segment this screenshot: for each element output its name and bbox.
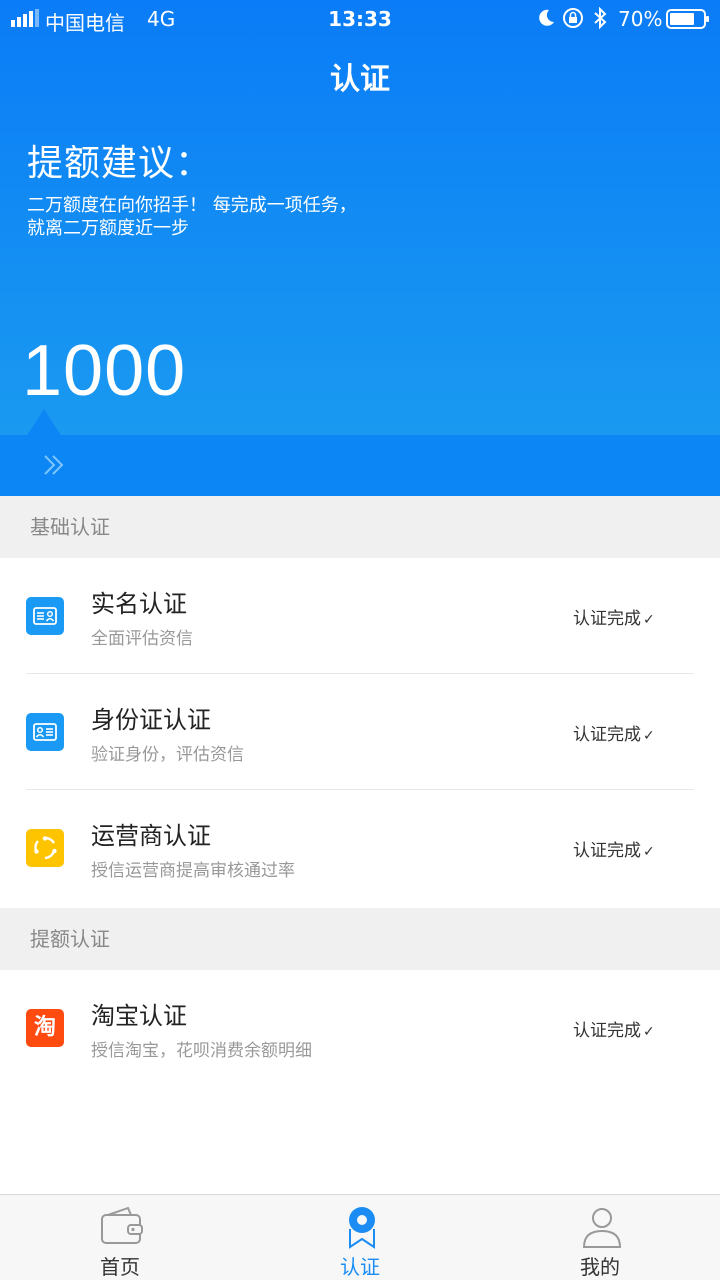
status-bar: 中国电信 4G 13:33 70% — [0, 0, 720, 38]
double-chevron-right-icon — [44, 455, 64, 475]
list-item-taobao-auth[interactable]: 淘 淘宝认证 授信淘宝，花呗消费余额明细 认证完成 ✓ — [0, 970, 720, 1086]
list-item-carrier-auth[interactable]: 运营商认证 授信运营商提高审核通过率 认证完成 ✓ — [0, 790, 720, 906]
item-subtitle: 授信运营商提高审核通过率 — [91, 861, 295, 881]
item-subtitle: 验证身份，评估资信 — [91, 745, 244, 765]
battery-icon — [666, 9, 709, 29]
item-status: 认证完成 ✓ — [573, 604, 655, 629]
progress-pointer-icon — [26, 409, 62, 437]
item-status: 认证完成 ✓ — [573, 836, 655, 861]
status-text: 认证完成 — [573, 1021, 641, 1041]
item-status: 认证完成 ✓ — [573, 1016, 655, 1041]
tab-bar: 首页 认证 我的 — [0, 1194, 720, 1280]
credit-amount: 1000 — [22, 331, 187, 411]
item-subtitle: 全面评估资信 — [91, 629, 193, 649]
check-icon: ✓ — [643, 1024, 655, 1040]
credit-progress-bar — [0, 435, 720, 496]
status-text: 认证完成 — [573, 609, 641, 629]
section-header-basic: 基础认证 — [0, 496, 720, 558]
taobao-icon: 淘 — [26, 1009, 64, 1047]
list-item-realname-auth[interactable]: 实名认证 全面评估资信 认证完成 ✓ — [0, 558, 720, 674]
id-card-icon — [26, 597, 64, 635]
item-title: 实名认证 — [91, 590, 187, 618]
clock: 13:33 — [328, 7, 392, 31]
hero-header: 中国电信 4G 13:33 70% 认证 提额建议： 二万额度在向你招手！ 每完… — [0, 0, 720, 496]
wallet-icon — [101, 1206, 143, 1244]
bluetooth-icon — [594, 6, 607, 30]
item-subtitle: 授信淘宝，花呗消费余额明细 — [91, 1041, 312, 1061]
check-icon: ✓ — [643, 728, 655, 744]
rotation-lock-icon — [563, 8, 583, 28]
item-title: 淘宝认证 — [91, 1002, 187, 1030]
section-header-credit-boost: 提额认证 — [0, 908, 720, 970]
item-title: 运营商认证 — [91, 822, 211, 850]
carrier-icon — [26, 829, 64, 867]
page-title: 认证 — [330, 62, 390, 97]
advice-text: 二万额度在向你招手！ 每完成一项任务， 就离二万额度近一步 — [27, 194, 447, 240]
status-text: 认证完成 — [573, 725, 641, 745]
identity-card-icon — [26, 713, 64, 751]
check-icon: ✓ — [643, 844, 655, 860]
tab-home[interactable]: 首页 — [0, 1195, 240, 1280]
advice-title: 提额建议： — [27, 143, 213, 184]
advice-line-1: 二万额度在向你招手！ 每完成一项任务， — [27, 195, 357, 216]
location-badge-icon — [349, 1207, 375, 1249]
item-title: 身份证认证 — [91, 706, 211, 734]
status-text: 认证完成 — [573, 841, 641, 861]
battery-percent: 70% — [618, 7, 663, 31]
tab-mine[interactable]: 我的 — [480, 1195, 720, 1280]
moon-icon — [539, 9, 554, 26]
person-icon — [582, 1208, 622, 1248]
tab-certification[interactable]: 认证 — [240, 1195, 480, 1280]
tab-label: 认证 — [340, 1255, 380, 1279]
advice-line-2: 就离二万额度近一步 — [27, 218, 189, 239]
item-status: 认证完成 ✓ — [573, 720, 655, 745]
check-icon: ✓ — [643, 612, 655, 628]
list-item-idcard-auth[interactable]: 身份证认证 验证身份，评估资信 认证完成 ✓ — [0, 674, 720, 790]
tab-label: 首页 — [100, 1255, 140, 1279]
tab-label: 我的 — [580, 1255, 620, 1279]
